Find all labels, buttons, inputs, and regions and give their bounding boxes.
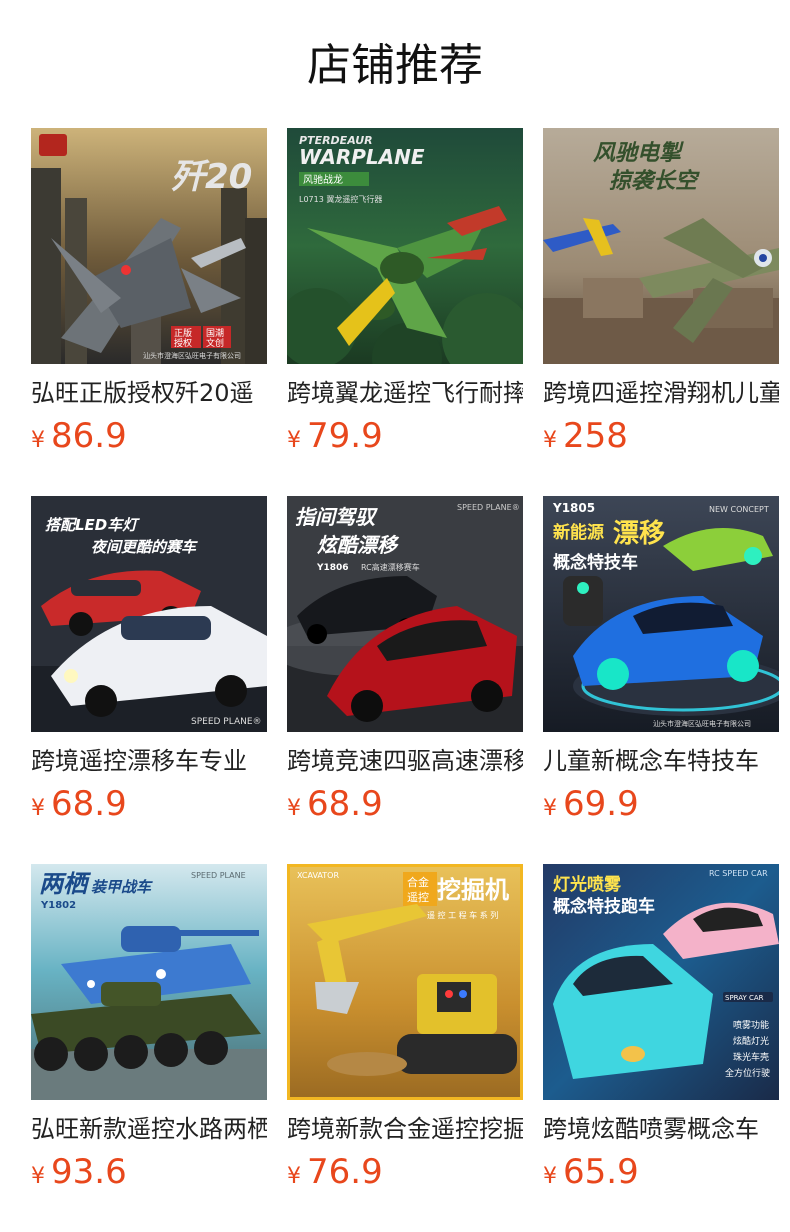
product-name[interactable]: 弘旺正版授权歼20遥 — [31, 375, 267, 411]
image-text: 挖掘机 — [437, 876, 509, 904]
product-name[interactable]: 儿童新概念车特技车 — [543, 743, 779, 779]
price-value: 65.9 — [563, 1152, 639, 1192]
product-name[interactable]: 弘旺新款遥控水路两栖 — [31, 1111, 267, 1147]
currency-symbol: ¥ — [543, 428, 557, 453]
image-text: 文创 — [206, 337, 224, 349]
product-name[interactable]: 跨境遥控漂移车专业 — [31, 743, 267, 779]
image-text: 全方位行驶 — [725, 1067, 770, 1079]
product-price: ¥93.6 — [31, 1150, 127, 1194]
image-text: 炫酷灯光 — [733, 1035, 769, 1047]
product-card[interactable]: 搭配LED车灯 夜间更酷的赛车 SPEED PLANE® 跨境遥控漂移车专业 ¥… — [31, 496, 267, 864]
fighter-jet-image: 歼20 正版 授权 国潮 文创 汕头市澄海区弘旺电子有限公司 — [31, 128, 267, 364]
image-text: 遥控 — [407, 890, 429, 904]
image-text: 遥 控 工 程 车 系 列 — [427, 910, 498, 920]
currency-symbol: ¥ — [287, 1164, 301, 1189]
currency-symbol: ¥ — [31, 428, 45, 453]
price-value: 76.9 — [307, 1152, 383, 1192]
image-text: 合金 — [407, 875, 429, 889]
image-text: 概念特技跑车 — [553, 896, 655, 917]
image-text: RC高速漂移赛车 — [361, 562, 420, 572]
image-text: 灯光喷雾 — [553, 874, 622, 895]
currency-symbol: ¥ — [31, 1164, 45, 1189]
currency-symbol: ¥ — [287, 796, 301, 821]
currency-symbol: ¥ — [31, 796, 45, 821]
image-text: Y1805 — [552, 501, 595, 515]
product-card[interactable]: 风驰电掣 掠袭长空 跨境四遥控滑翔机儿童 ¥258 — [543, 128, 779, 496]
product-card[interactable]: XCAVATOR 合金 遥控 挖掘机 遥 控 工 程 车 系 列 跨境新款合金遥… — [287, 864, 523, 1232]
currency-symbol: ¥ — [543, 796, 557, 821]
image-text: 喷雾功能 — [733, 1019, 769, 1031]
image-text: WARPLANE — [299, 145, 425, 169]
product-card[interactable]: PTERDEAUR WARPLANE 风驰战龙 L0713 翼龙遥控飞行器 跨境… — [287, 128, 523, 496]
image-text: 授权 — [174, 337, 192, 349]
product-price: ¥68.9 — [31, 782, 127, 826]
image-text: SPEED PLANE® — [457, 503, 520, 512]
price-value: 93.6 — [51, 1152, 127, 1192]
image-text: 夜间更酷的赛车 — [91, 538, 198, 556]
product-price: ¥65.9 — [543, 1150, 639, 1194]
image-text: 指间驾驭 — [295, 505, 378, 529]
product-price: ¥86.9 — [31, 414, 127, 458]
product-grid: 歼20 正版 授权 国潮 文创 汕头市澄海区弘旺电子有限公司 弘旺正版授权歼20… — [31, 128, 790, 1232]
image-text: SPRAY CAR — [725, 994, 764, 1002]
price-value: 258 — [563, 416, 628, 456]
image-text: 风驰电掣 — [593, 141, 684, 166]
racing-car-image: 指间驾驭 炫酷漂移 SPEED PLANE® Y1806 RC高速漂移赛车 — [287, 496, 523, 732]
page-title: 店铺推荐 — [307, 40, 483, 91]
product-card[interactable]: 指间驾驭 炫酷漂移 SPEED PLANE® Y1806 RC高速漂移赛车 跨境… — [287, 496, 523, 864]
image-text: 掠袭长空 — [609, 168, 700, 194]
image-text: 歼20 — [171, 157, 252, 197]
image-text: NEW CONCEPT — [709, 505, 769, 514]
image-text: 新能源 — [553, 522, 604, 543]
image-text: 概念特技车 — [553, 552, 638, 573]
image-text: 两栖 — [39, 870, 92, 898]
currency-symbol: ¥ — [287, 428, 301, 453]
glider-plane-image: 风驰电掣 掠袭长空 — [543, 128, 779, 364]
product-name[interactable]: 跨境炫酷喷雾概念车 — [543, 1111, 779, 1147]
product-card[interactable]: 两栖 装甲战车 Y1802 SPEED PLANE 弘旺新款遥控水路两栖 ¥93… — [31, 864, 267, 1232]
image-text: 珠光车壳 — [733, 1051, 769, 1063]
product-card[interactable]: 歼20 正版 授权 国潮 文创 汕头市澄海区弘旺电子有限公司 弘旺正版授权歼20… — [31, 128, 267, 496]
product-price: ¥69.9 — [543, 782, 639, 826]
product-name[interactable]: 跨境四遥控滑翔机儿童 — [543, 375, 779, 411]
image-text: SPEED PLANE — [191, 871, 246, 880]
amphibious-tank-image: 两栖 装甲战车 Y1802 SPEED PLANE — [31, 864, 267, 1100]
image-text: 漂移 — [613, 519, 665, 549]
product-name[interactable]: 跨境竞速四驱高速漂移 — [287, 743, 523, 779]
image-text: 汕头市澄海区弘旺电子有限公司 — [143, 351, 241, 360]
drift-car-image: 搭配LED车灯 夜间更酷的赛车 SPEED PLANE® — [31, 496, 267, 732]
product-card[interactable]: 灯光喷雾 概念特技跑车 RC SPEED CAR SPRAY CAR 喷雾功能 … — [543, 864, 779, 1232]
product-price: ¥76.9 — [287, 1150, 383, 1194]
image-text: 炫酷漂移 — [317, 533, 400, 557]
image-text: 汕头市澄海区弘旺电子有限公司 — [653, 719, 751, 728]
product-price: ¥258 — [543, 414, 628, 458]
price-value: 68.9 — [307, 784, 383, 824]
product-price: ¥68.9 — [287, 782, 383, 826]
currency-symbol: ¥ — [543, 1164, 557, 1189]
excavator-image: XCAVATOR 合金 遥控 挖掘机 遥 控 工 程 车 系 列 — [287, 864, 523, 1100]
spray-concept-car-image: 灯光喷雾 概念特技跑车 RC SPEED CAR SPRAY CAR 喷雾功能 … — [543, 864, 779, 1100]
price-value: 69.9 — [563, 784, 639, 824]
product-card[interactable]: Y1805 新能源 漂移 概念特技车 NEW CONCEPT 汕头市澄海区弘旺电… — [543, 496, 779, 864]
image-text: 风驰战龙 — [303, 173, 343, 186]
price-value: 86.9 — [51, 416, 127, 456]
image-text: Y1806 — [316, 563, 349, 573]
concept-stunt-car-image: Y1805 新能源 漂移 概念特技车 NEW CONCEPT 汕头市澄海区弘旺电… — [543, 496, 779, 732]
image-text: L0713 翼龙遥控飞行器 — [299, 194, 382, 204]
image-text: 搭配LED车灯 — [45, 516, 140, 534]
pterosaur-plane-image: PTERDEAUR WARPLANE 风驰战龙 L0713 翼龙遥控飞行器 — [287, 128, 523, 364]
image-text: Y1802 — [40, 900, 76, 911]
price-value: 68.9 — [51, 784, 127, 824]
image-text: 国潮 — [206, 327, 224, 339]
product-name[interactable]: 跨境翼龙遥控飞行耐摔 — [287, 375, 523, 411]
price-value: 79.9 — [307, 416, 383, 456]
product-name[interactable]: 跨境新款合金遥控挖掘 — [287, 1111, 523, 1147]
image-text: 正版 — [174, 327, 192, 339]
image-text: SPEED PLANE® — [191, 717, 262, 727]
image-text: XCAVATOR — [297, 871, 339, 880]
image-text: RC SPEED CAR — [709, 869, 768, 878]
image-text: 装甲战车 — [91, 878, 153, 896]
product-price: ¥79.9 — [287, 414, 383, 458]
